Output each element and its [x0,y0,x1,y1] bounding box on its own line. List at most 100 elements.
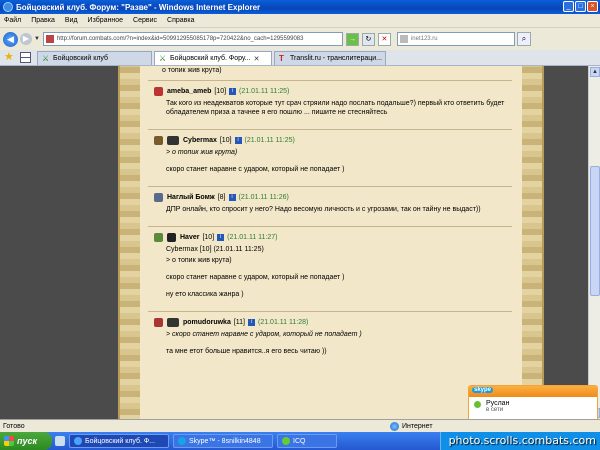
menu-favorites[interactable]: Избранное [88,17,123,24]
forum-posts: о топик жив крута) ameba_ameb [10] i (21… [140,66,520,419]
user-info-icon[interactable]: i [234,136,242,144]
clan-badge-icon [154,86,163,96]
clan-badge-icon [154,192,163,202]
post-text: ДПР онлайн, кто спросит у него? Надо вес… [166,206,481,213]
site-favicon-icon [45,35,54,43]
post-header: Наглый Бомж [8] i (21.01.11 11:26) [154,191,512,203]
post-level: [10] [202,233,215,241]
ie-logo-icon [3,2,13,12]
system-tray: photo.scrolls.combats.com [440,432,600,450]
user-info-icon[interactable]: i [248,318,255,326]
window-title: Бойцовский клуб. Форум: "Разве" - Window… [16,2,261,12]
search-provider-icon [399,35,408,43]
post-fragment: о топик жив крута) [162,67,222,74]
search-icon[interactable]: ⌕ [516,32,531,46]
post-divider [148,226,512,227]
post-text: Cybermax [10] (21.01.11 11:25) [166,246,264,253]
forward-button[interactable]: ▶ [20,33,32,45]
title-bar: Бойцовский клуб. Форум: "Разве" - Window… [0,0,600,14]
menu-file[interactable]: Файл [4,17,21,24]
security-zone: Интернет [390,421,433,431]
post-body: > скоро станет наравне с ударом, который… [154,330,512,356]
globe-icon [390,421,399,431]
status-bar: Готово Интернет [0,419,600,432]
clan-badge-icon [154,232,163,242]
quicklaunch-icon[interactable] [55,436,65,446]
quick-tabs-icon[interactable] [20,52,31,63]
post-level: [10] [214,87,227,95]
tab-close-icon[interactable]: ✕ [254,55,260,63]
clan-badge-icon [154,135,163,145]
stop-icon[interactable]: ✕ [377,32,391,46]
address-url: http://forum.combats.com/?n=index&id=509… [56,36,304,42]
post-date: (21.01.11 11:25) [239,87,290,95]
scrollbar-thumb[interactable] [590,166,600,296]
taskbar-item-browser[interactable]: Бойцовский клуб. Ф... [69,434,169,448]
start-button[interactable]: пуск [0,432,52,450]
menu-help[interactable]: Справка [167,17,194,24]
post-header: Cybermax [10] i (21.01.11 11:25) [154,134,512,146]
tab-translit[interactable]: T Translit.ru - транслитераци... [274,51,386,65]
menu-tools[interactable]: Сервис [133,17,157,24]
post-date: (21.01.11 11:28) [258,318,309,326]
skype-contact-name: Руслан [486,400,510,407]
post-body: Cybermax [10] (21.01.11 11:25) > о топик… [154,245,512,299]
scroll-up-icon[interactable]: ▲ [590,67,600,77]
post-author[interactable]: Наглый Бомж [167,194,215,201]
translit-icon: T [279,53,284,63]
skype-icon [178,437,186,445]
post-date: (21.01.11 11:26) [238,193,289,201]
skype-logo: skype [472,387,494,393]
favorites-star-icon[interactable]: ★ [4,51,16,63]
refresh-icon[interactable]: ↻ [361,32,375,46]
post-divider [148,80,512,81]
icq-flower-icon [282,437,290,445]
address-toolbar: ◀ ▶ ▼ http://forum.combats.com/?n=index&… [0,28,600,50]
maximize-button[interactable]: □ [575,1,586,12]
post-text: скоро станет наравне с ударом, который н… [166,274,345,281]
post-author[interactable]: ameba_ameb [167,88,211,95]
user-info-icon[interactable]: i [229,87,237,95]
vertical-scrollbar[interactable]: ▲ ▼ [588,66,600,419]
clan-emblem-icon [167,135,179,145]
skype-contact-status: в сети [486,407,504,413]
windows-logo-icon [4,436,14,446]
post-quote: > о топик жив крута) [166,149,238,156]
clan-badge-icon [154,317,163,327]
post-author[interactable]: pomudoruwka [183,319,231,326]
window-controls: _ □ × [563,1,598,12]
watermark: photo.scrolls.combats.com [448,434,596,447]
history-dropdown-icon[interactable]: ▼ [34,36,40,42]
close-button[interactable]: × [587,1,598,12]
post-quote: > скоро станет наравне с ударом, который… [166,331,362,338]
parchment-edge-left [118,66,140,419]
back-button[interactable]: ◀ [3,31,18,47]
skype-header: skype [469,386,597,397]
post-author[interactable]: Cybermax [183,137,217,144]
crossed-swords-icon: ⚔ [159,53,167,63]
taskbar-item-icq[interactable]: ICQ [277,434,337,448]
forum-post: Наглый Бомж [8] i (21.01.11 11:26) ДПР о… [140,189,520,224]
post-header: pomudoruwka [11] i (21.01.11 11:28) [154,316,512,328]
skype-body: Руслан в сети [469,397,597,416]
taskbar-item-skype[interactable]: Skype™ - 8snilkin4848 [173,434,273,448]
post-header: ameba_ameb [10] i (21.01.11 11:25) [154,85,512,97]
clan-emblem-icon [167,232,176,242]
tab-fightclub[interactable]: ⚔ Бойцовский клуб [37,51,152,65]
search-input[interactable]: inet123.ru [396,32,515,46]
address-input[interactable]: http://forum.combats.com/?n=index&id=509… [42,32,343,46]
post-text: та мне етот больше нравится..я его весь … [166,348,327,355]
menu-edit[interactable]: Правка [31,17,55,24]
post-author[interactable]: Haver [180,234,199,241]
clan-emblem-icon [167,317,179,327]
post-body: > о топик жив крута) скоро станет наравн… [154,148,512,174]
user-info-icon[interactable]: i [217,233,225,241]
post-text: ну ето классика жанра ) [166,291,244,298]
menu-view[interactable]: Вид [65,17,78,24]
tab-forum[interactable]: ⚔ Бойцовский клуб. Фору... ✕ [154,51,272,65]
post-divider [148,311,512,312]
user-info-icon[interactable]: i [228,193,236,201]
minimize-button[interactable]: _ [563,1,574,12]
go-button[interactable]: → [345,32,359,46]
tab-bar: ★ ⚔ Бойцовский клуб ⚔ Бойцовский клуб. Ф… [0,50,600,66]
